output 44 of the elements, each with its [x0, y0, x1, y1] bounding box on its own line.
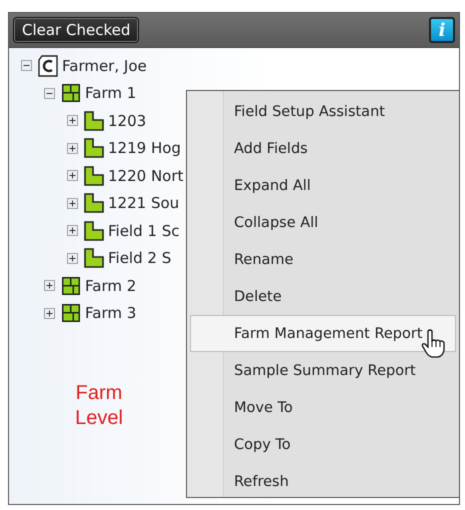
- expand-icon[interactable]: [67, 225, 78, 236]
- tree-item[interactable]: Farm 1: [85, 84, 136, 102]
- expand-icon[interactable]: [44, 280, 55, 292]
- field-icon: [84, 193, 104, 214]
- tree-item[interactable]: 1203: [108, 112, 146, 130]
- expand-icon[interactable]: [67, 142, 78, 154]
- menu-item[interactable]: Rename: [190, 241, 456, 278]
- tree-item[interactable]: Farm 2: [85, 276, 136, 295]
- expand-icon[interactable]: [67, 252, 78, 264]
- expand-icon[interactable]: [67, 115, 78, 126]
- menu-item[interactable]: Copy To: [190, 426, 456, 463]
- menu-item[interactable]: Field Setup Assistant: [190, 93, 456, 130]
- tree-item[interactable]: 1221 Sou: [108, 194, 180, 212]
- menu-item[interactable]: Expand All: [190, 167, 456, 204]
- tree-item[interactable]: 1219 Hog: [108, 139, 181, 158]
- expand-icon[interactable]: [67, 170, 78, 182]
- hand-cursor-icon: [421, 329, 447, 359]
- menu-item[interactable]: Sample Summary Report: [190, 352, 456, 389]
- farm-icon: [61, 303, 81, 324]
- expand-icon[interactable]: [67, 198, 78, 209]
- field-icon: [84, 166, 104, 186]
- client-icon: [38, 54, 58, 77]
- expand-icon[interactable]: [44, 308, 55, 319]
- field-icon: [84, 248, 104, 268]
- tree-item[interactable]: 1220 Nort: [108, 166, 184, 185]
- annotation-text: Farm Level: [74, 381, 124, 431]
- field-icon: [84, 138, 104, 158]
- menu-item[interactable]: Refresh: [190, 463, 456, 500]
- menu-item[interactable]: Collapse All: [190, 204, 456, 241]
- menu-item[interactable]: Move To: [190, 389, 456, 426]
- field-icon: [84, 220, 104, 241]
- tree-item[interactable]: Field 1 Sc: [108, 222, 180, 240]
- menu-item[interactable]: Delete: [190, 278, 456, 315]
- farm-icon: [61, 276, 81, 296]
- menu-item[interactable]: Add Fields: [190, 130, 456, 167]
- farm-icon: [61, 83, 81, 104]
- tree-item[interactable]: Farm 3: [85, 304, 136, 322]
- collapse-icon[interactable]: [44, 88, 55, 99]
- field-icon: [84, 110, 104, 131]
- menu-item[interactable]: Farm Management Report: [190, 315, 456, 352]
- collapse-icon[interactable]: [21, 60, 32, 72]
- tree-item[interactable]: Farmer, Joe: [62, 56, 147, 75]
- tree-item[interactable]: Field 2 S: [108, 249, 172, 268]
- clear-checked-button[interactable]: Clear Checked: [13, 17, 140, 43]
